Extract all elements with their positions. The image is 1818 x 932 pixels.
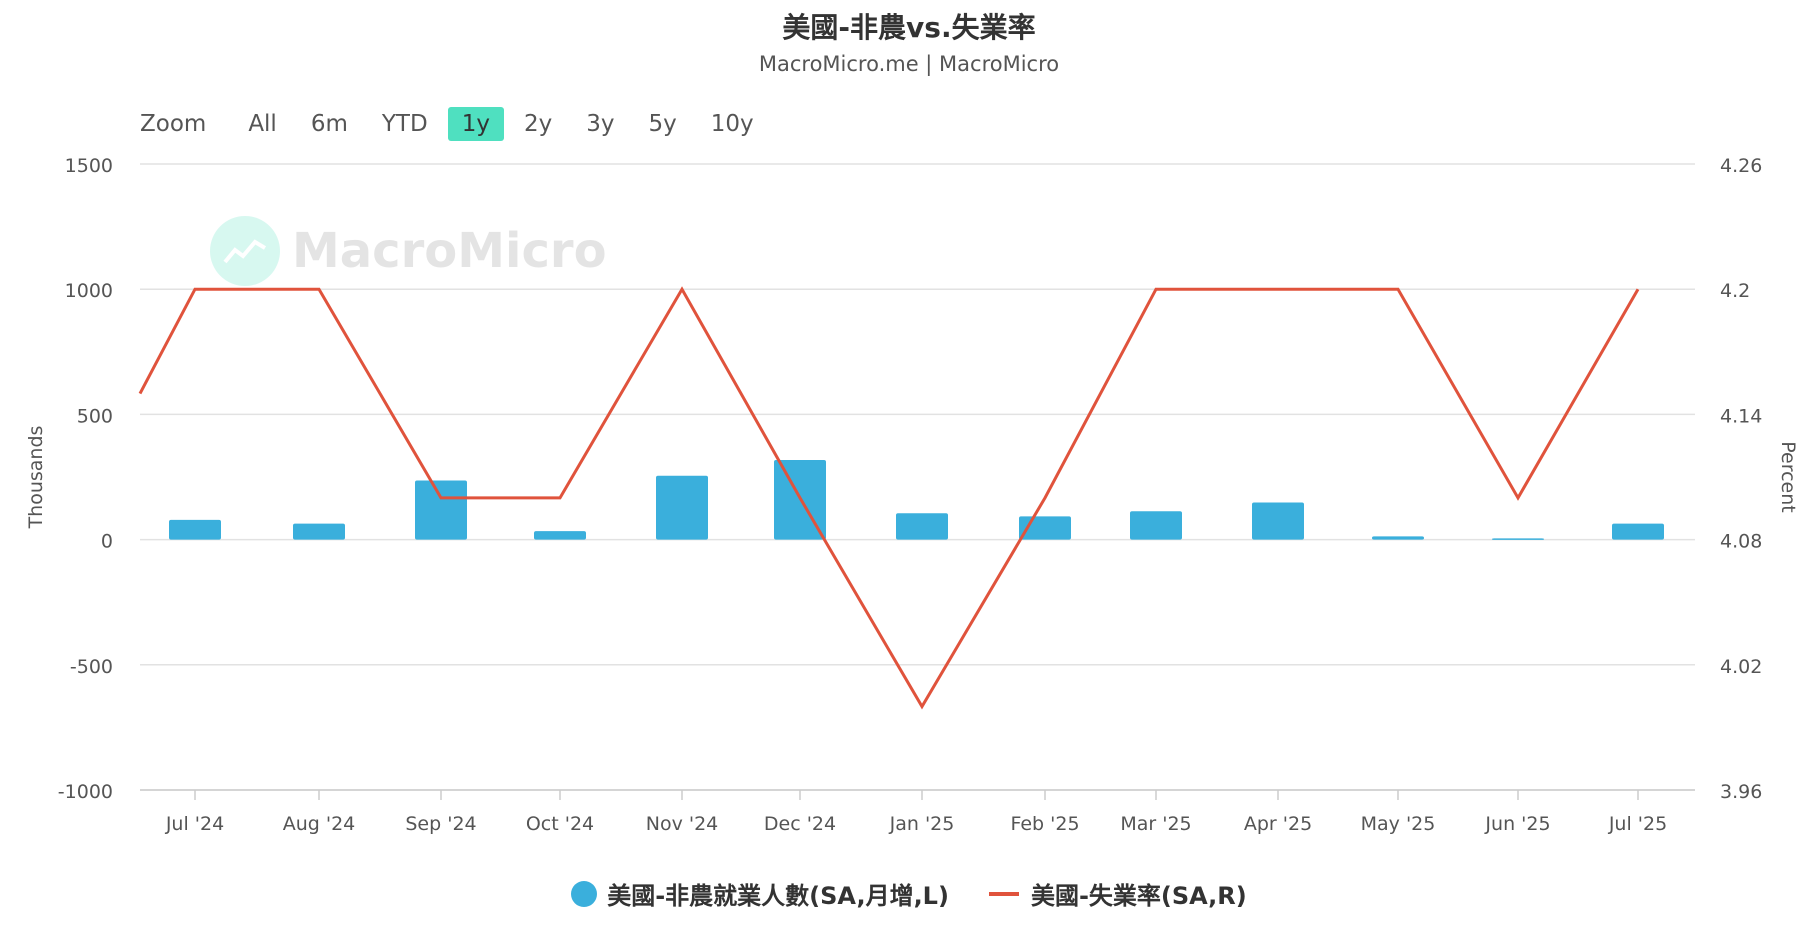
left-axis-label: Thousands (25, 426, 47, 530)
x-tick-label: Jun '25 (1484, 813, 1550, 835)
bar-nonfarm (656, 475, 708, 540)
left-tick-label: 0 (101, 531, 113, 553)
right-tick-label: 4.26 (1720, 155, 1762, 177)
bar-nonfarm (896, 513, 948, 540)
right-tick-label: 4.08 (1720, 531, 1762, 553)
right-tick-label: 4.14 (1720, 405, 1762, 427)
bar-nonfarm (1492, 538, 1544, 540)
x-tick-label: Feb '25 (1010, 813, 1079, 835)
bar-nonfarm (415, 480, 467, 540)
line-unemployment (138, 286, 1640, 710)
bar-nonfarm (293, 523, 345, 540)
bar-nonfarm (1252, 502, 1304, 540)
legend-bar-marker (571, 880, 598, 907)
right-axis-label: Percent (1777, 441, 1799, 513)
x-tick-label: Nov '24 (646, 813, 719, 835)
x-tick-label: Apr '25 (1244, 813, 1312, 835)
legend-label-unemployment: 美國-失業率(SA,R) (1030, 882, 1247, 910)
left-tick-label: 500 (77, 405, 113, 427)
legend-item-nonfarm[interactable]: 美國-非農就業人數(SA,月增,L) (571, 876, 949, 911)
x-tick-label: Oct '24 (526, 813, 594, 835)
left-tick-label: -500 (70, 656, 113, 678)
x-tick-label: Jan '25 (889, 813, 955, 835)
bar-nonfarm (534, 531, 586, 540)
legend: 美國-非農就業人數(SA,月增,L) 美國-失業率(SA,R) (0, 876, 1818, 911)
right-tick-label: 4.02 (1720, 656, 1762, 678)
legend-line-marker (988, 891, 1019, 896)
right-tick-label: 4.2 (1720, 280, 1750, 302)
bar-nonfarm (1612, 523, 1664, 540)
right-tick-label: 3.96 (1720, 781, 1762, 803)
bar-nonfarm (169, 519, 221, 540)
x-tick-label: Jul '25 (1608, 813, 1667, 835)
x-tick-label: Sep '24 (405, 813, 476, 835)
left-tick-label: 1000 (65, 280, 113, 302)
left-tick-label: 1500 (65, 155, 113, 177)
legend-item-unemployment[interactable]: 美國-失業率(SA,R) (988, 876, 1247, 911)
x-tick-label: Jul '24 (165, 813, 224, 835)
x-tick-label: Aug '24 (283, 813, 356, 835)
legend-label-nonfarm: 美國-非農就業人數(SA,月增,L) (607, 882, 949, 910)
bar-nonfarm (1130, 511, 1182, 540)
x-tick-label: Mar '25 (1120, 813, 1191, 835)
x-tick-label: Dec '24 (764, 813, 836, 835)
bar-nonfarm (1372, 536, 1424, 540)
chart-area: 1500 1000 500 0 -500 -1000 4.26 4.2 4.14 4.08 4.02… (25, 155, 1799, 835)
x-tick-label: May '25 (1361, 813, 1436, 835)
left-tick-label: -1000 (58, 781, 113, 803)
